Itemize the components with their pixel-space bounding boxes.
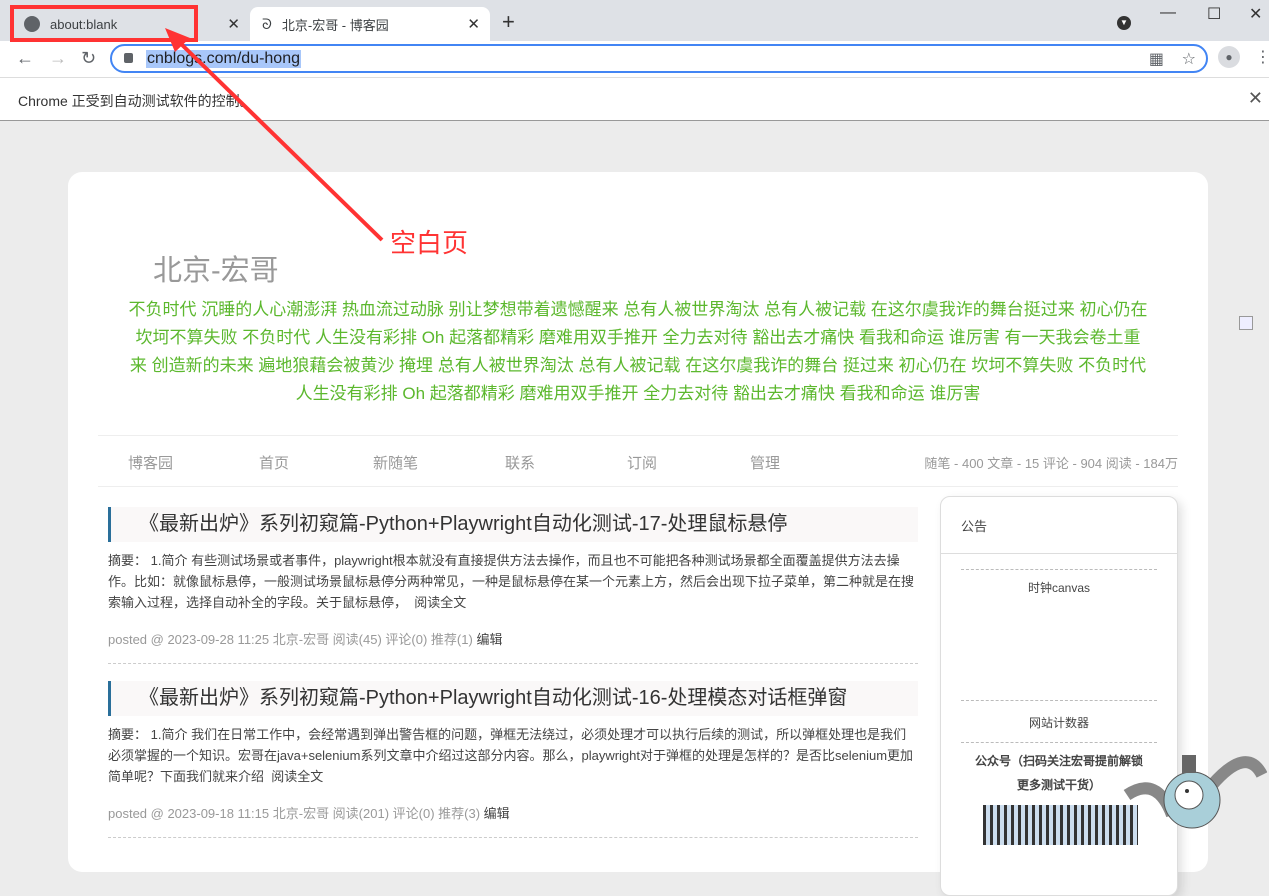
annotation-label: 空白页 (390, 228, 469, 258)
annotation-arrow (165, 28, 384, 242)
